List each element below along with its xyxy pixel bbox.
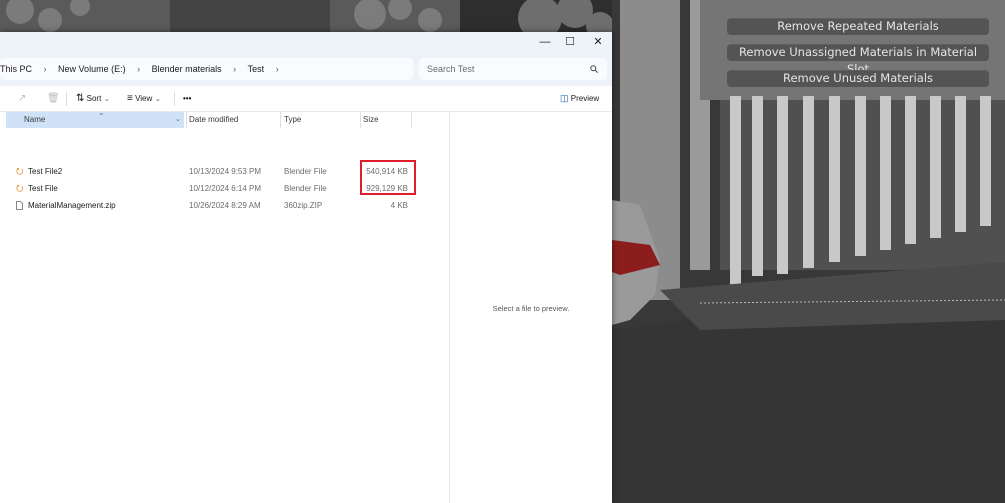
search-icon[interactable]	[590, 65, 598, 73]
column-date-label: Date modified	[189, 115, 239, 124]
address-row: This PC › New Volume (E:) › Blender mate…	[0, 52, 612, 86]
file-row[interactable]: MaterialManagement.zip 10/26/2024 8:29 A…	[6, 197, 449, 214]
file-date: 10/12/2024 6:14 PM	[189, 184, 262, 193]
column-header-type[interactable]: Type	[284, 112, 360, 128]
breadcrumb-new-volume[interactable]: New Volume (E:)	[58, 58, 126, 80]
search-input[interactable]: Search Test	[419, 58, 607, 80]
view-icon: ≡	[127, 93, 133, 104]
file-date: 10/26/2024 8:29 AM	[189, 201, 261, 210]
preview-pane-button[interactable]: ◫ Preview	[560, 86, 599, 111]
chevron-down-icon: ⌄	[154, 94, 162, 103]
file-name: MaterialManagement.zip	[28, 201, 116, 210]
minimize-button[interactable]: —	[532, 32, 558, 52]
more-options-button[interactable]: •••	[183, 86, 191, 111]
toolbar-divider	[66, 92, 67, 106]
column-size-label: Size	[363, 115, 379, 124]
delete-icon[interactable]: 🗑	[47, 86, 60, 111]
column-divider[interactable]	[186, 112, 187, 128]
sort-button[interactable]: ⇅ Sort ⌄	[76, 86, 110, 111]
sort-label: Sort	[86, 94, 102, 103]
blender-file-icon: ⭮	[16, 183, 24, 193]
file-name: Test File	[28, 184, 58, 193]
file-explorer-window: — ☐ ✕ This PC › New Volume (E:) › Blende…	[0, 32, 612, 503]
search-placeholder: Search Test	[427, 64, 475, 74]
chevron-right-icon[interactable]: ›	[128, 58, 149, 80]
breadcrumb-blender-materials[interactable]: Blender materials	[152, 58, 222, 80]
column-type-label: Type	[284, 115, 302, 124]
remove-unassigned-materials-button[interactable]: Remove Unassigned Materials in Material …	[727, 44, 989, 76]
remove-unused-materials-button[interactable]: Remove Unused Materials	[727, 70, 989, 87]
address-bar[interactable]: This PC › New Volume (E:) › Blender mate…	[0, 58, 413, 80]
column-divider[interactable]	[411, 112, 412, 128]
column-header-size[interactable]: Size	[363, 112, 411, 128]
column-name-label: Name	[24, 115, 46, 124]
preview-label: Preview	[570, 94, 600, 103]
view-label: View	[135, 94, 153, 103]
content-area: Name ⌄ ⌄ Date modified Type Size ⭮ Test …	[0, 108, 612, 503]
file-name: Test File2	[28, 167, 63, 176]
file-type: 360zip.ZIP	[284, 201, 323, 210]
file-size: 4 KB	[390, 201, 408, 210]
command-bar: ↗ 🗑 ⇅ Sort ⌄ ≡ View ⌄ ••• ◫ Preview	[0, 86, 612, 112]
blender-file-icon: ⭮	[16, 166, 24, 176]
column-divider[interactable]	[280, 112, 281, 128]
file-type: Blender File	[284, 184, 327, 193]
sort-ascending-icon: ⌄	[98, 108, 105, 117]
chevron-down-icon: ⌄	[103, 94, 111, 103]
chevron-right-icon[interactable]: ›	[267, 58, 288, 80]
size-highlight-box	[360, 160, 416, 195]
zip-file-icon	[16, 197, 23, 214]
file-list[interactable]: Name ⌄ ⌄ Date modified Type Size ⭮ Test …	[0, 108, 450, 503]
toolbar-divider	[174, 92, 175, 106]
breadcrumb-this-pc[interactable]: This PC	[0, 58, 32, 80]
chevron-down-icon[interactable]: ⌄	[175, 112, 181, 128]
column-header-name[interactable]: Name ⌄ ⌄	[6, 108, 184, 128]
file-type: Blender File	[284, 167, 327, 176]
close-button[interactable]: ✕	[585, 32, 611, 52]
column-divider[interactable]	[360, 112, 361, 128]
preview-pane-icon: ◫	[560, 93, 569, 103]
chevron-right-icon[interactable]: ›	[35, 58, 56, 80]
preview-pane: Select a file to preview.	[450, 112, 612, 503]
maximize-button[interactable]: ☐	[557, 32, 583, 52]
preview-placeholder-text: Select a file to preview.	[492, 304, 570, 313]
title-bar[interactable]: — ☐ ✕	[0, 32, 612, 52]
column-headers: Name ⌄ ⌄ Date modified Type Size	[6, 108, 449, 128]
view-button[interactable]: ≡ View ⌄	[127, 86, 161, 111]
remove-repeated-materials-button[interactable]: Remove Repeated Materials	[727, 18, 989, 35]
breadcrumb-test[interactable]: Test	[248, 58, 265, 80]
sort-icon: ⇅	[76, 93, 85, 104]
column-header-date[interactable]: Date modified	[189, 112, 279, 128]
share-icon[interactable]: ↗	[18, 86, 26, 111]
file-date: 10/13/2024 9:53 PM	[189, 167, 262, 176]
chevron-right-icon[interactable]: ›	[224, 58, 245, 80]
